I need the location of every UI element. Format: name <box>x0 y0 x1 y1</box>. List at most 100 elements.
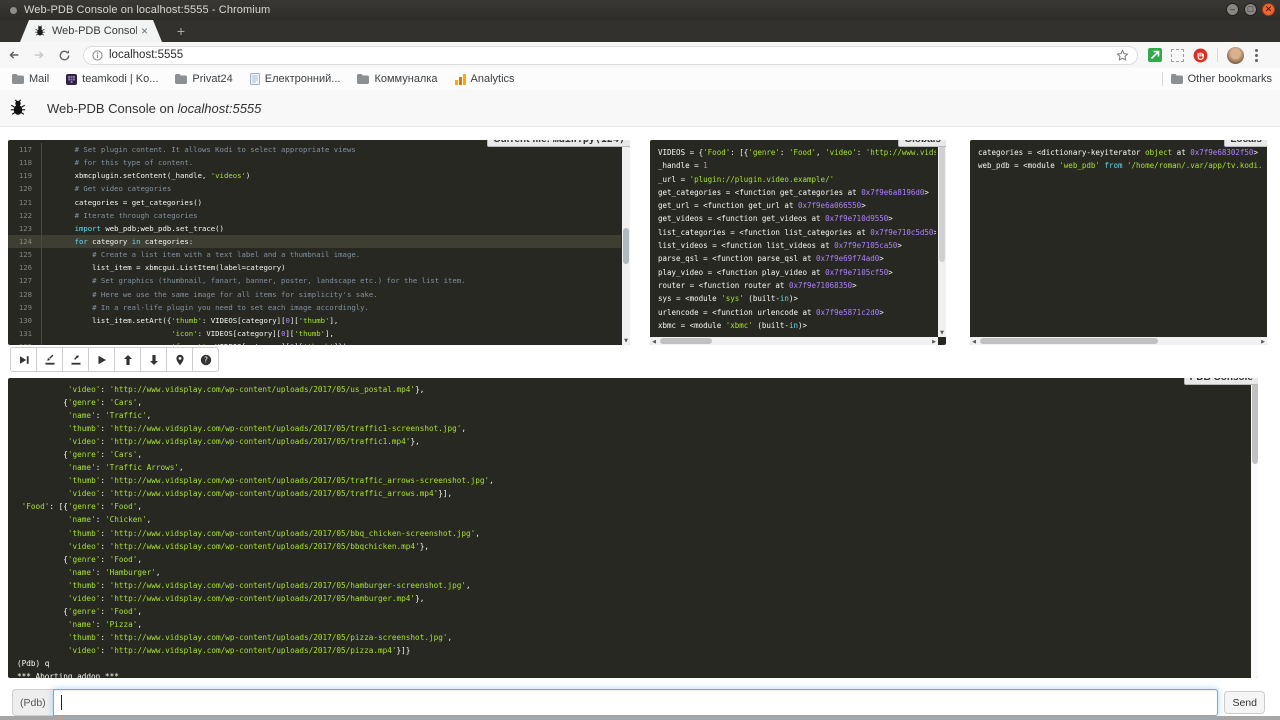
address-bar[interactable]: localhost:5555 <box>83 46 1138 65</box>
step-forward-icon <box>18 354 30 366</box>
scroll-left-icon[interactable]: ◀ <box>970 338 978 345</box>
bookmark-star-icon[interactable] <box>1116 49 1129 62</box>
browser-toolbar: localhost:5555 <box>0 42 1280 69</box>
bookmark-item[interactable]: Analytics <box>455 73 515 85</box>
code-scrollbar[interactable]: ▼ <box>622 140 630 345</box>
next-button[interactable] <box>10 347 37 372</box>
locals-list: categories = <dictionary-keyiterator obj… <box>978 146 1263 335</box>
pdb-prompt-row: (Pdb) Send <box>12 689 1265 716</box>
console-line: {'genre': 'Cars', <box>17 396 1248 409</box>
code-line-current: 124 for category in categories: <box>8 235 621 248</box>
bookmark-label: Коммуналка <box>374 73 437 85</box>
console-line: {'genre': 'Food', <box>17 605 1248 618</box>
return-button[interactable] <box>62 347 89 372</box>
close-button[interactable]: ✕ <box>1262 3 1275 16</box>
new-tab-button[interactable]: + <box>170 22 192 41</box>
bookmark-item[interactable]: Privat24 <box>175 73 232 85</box>
browser-menu-icon[interactable] <box>1255 49 1258 62</box>
code-line: 128 # Here we use the same image for all… <box>8 288 621 301</box>
globals-hscrollbar[interactable]: ◀ ▶ <box>650 337 938 345</box>
extension-blocker-icon[interactable] <box>1193 48 1208 63</box>
down-button[interactable] <box>140 347 167 372</box>
console-line: 'name': 'Traffic', <box>17 409 1248 422</box>
line-number: 119 <box>8 169 42 182</box>
tab-close-icon[interactable]: × <box>141 26 148 36</box>
code-line: 126 list_item = xbmcgui.ListItem(label=c… <box>8 261 621 274</box>
line-number: 122 <box>8 209 42 222</box>
extension-capture-icon[interactable] <box>1171 49 1184 62</box>
page-title-host: localhost:5555 <box>178 101 262 116</box>
extension-green-arrow-icon[interactable] <box>1148 48 1162 62</box>
globals-label: Globals <box>898 140 946 147</box>
console-line: 'video': 'http://www.vidsplay.com/wp-con… <box>17 592 1248 605</box>
line-number: 132 <box>8 340 42 345</box>
bug-icon <box>9 99 27 117</box>
globals-line: _url = 'plugin://plugin.video.example/' <box>658 173 936 186</box>
window-titlebar: Web-PDB Console on localhost:5555 - Chro… <box>0 0 1280 20</box>
console-scrollbar[interactable] <box>1251 378 1258 678</box>
help-icon: ? <box>200 354 212 366</box>
scroll-left-icon[interactable]: ◀ <box>650 338 658 345</box>
console-line: {'genre': 'Cars', <box>17 448 1248 461</box>
console-line: 'thumb': 'http://www.vidsplay.com/wp-con… <box>17 579 1248 592</box>
line-number: 131 <box>8 327 42 340</box>
browser-tab[interactable]: Web-PDB Console on loca × <box>20 20 162 42</box>
console-line: (Pdb) q <box>17 657 1248 670</box>
bookmark-item[interactable]: teamkodi | Ko... <box>66 73 158 85</box>
info-icon[interactable] <box>92 50 103 61</box>
address-text[interactable]: localhost:5555 <box>109 49 1116 61</box>
screen: Web-PDB Console on localhost:5555 - Chro… <box>0 0 1280 720</box>
locals-line: categories = <dictionary-keyiterator obj… <box>978 146 1263 159</box>
bookmark-item[interactable]: Коммуналка <box>357 73 437 85</box>
scroll-down-icon[interactable]: ▼ <box>622 337 630 345</box>
back-icon[interactable] <box>3 45 25 65</box>
code-line: 120 # Get video categories <box>8 182 621 195</box>
pdb-command-input[interactable] <box>53 689 1219 716</box>
help-button[interactable]: ? <box>192 347 219 372</box>
bookmark-label: Mail <box>29 73 49 85</box>
console-line: 'video': 'http://www.vidsplay.com/wp-con… <box>17 540 1248 553</box>
svg-text:?: ? <box>204 355 208 364</box>
globals-line: list_videos = <function list_videos at 0… <box>658 239 936 252</box>
bookmark-item[interactable]: Електронний... <box>250 73 341 85</box>
text-caret <box>61 695 62 710</box>
globals-vscrollbar[interactable]: ▼ <box>938 140 946 337</box>
where-button[interactable] <box>166 347 193 372</box>
globals-line: VIDEOS = {'Food': [{'genre': 'Food', 'vi… <box>658 146 936 159</box>
other-bookmarks-button[interactable]: Other bookmarks <box>1171 73 1272 85</box>
line-number: 130 <box>8 314 42 327</box>
maximize-button[interactable]: □ <box>1244 3 1257 16</box>
window-bottom-edge <box>0 716 1280 720</box>
bookmark-item[interactable]: Mail <box>12 73 49 85</box>
code-line: 127 # Set graphics (thumbnail, fanart, b… <box>8 274 621 287</box>
locals-panel: Locals categories = <dictionary-keyitera… <box>970 140 1267 345</box>
scroll-down-icon[interactable]: ▼ <box>938 329 946 337</box>
line-number: 121 <box>8 196 42 209</box>
line-number: 120 <box>8 182 42 195</box>
locals-hscrollbar[interactable]: ◀ ▶ <box>970 337 1267 345</box>
scroll-right-icon[interactable]: ▶ <box>1259 338 1267 345</box>
line-number: 118 <box>8 156 42 169</box>
line-number: 129 <box>8 301 42 314</box>
globals-line: parse_qsl = <function parse_qsl at 0x7f9… <box>658 252 936 265</box>
line-number: 124 <box>8 235 42 248</box>
console-line: {'genre': 'Food', <box>17 553 1248 566</box>
step-button[interactable] <box>36 347 63 372</box>
continue-button[interactable] <box>88 347 115 372</box>
current-file-name: main.py(124) <box>553 140 625 145</box>
minimize-button[interactable]: – <box>1226 3 1239 16</box>
reload-icon[interactable] <box>53 45 75 65</box>
code-line: 130 list_item.setArt({'thumb': VIDEOS[ca… <box>8 314 621 327</box>
console-line: *** Aborting addon *** <box>17 670 1248 678</box>
toolbar-divider <box>1217 48 1218 62</box>
pdb-console-panel: PDB Console 'video': 'http://www.vidspla… <box>8 378 1258 678</box>
forward-icon[interactable] <box>28 45 50 65</box>
bookmarks-divider <box>1162 72 1163 86</box>
up-button[interactable] <box>114 347 141 372</box>
analytics-icon <box>455 74 466 85</box>
bookmark-label: Електронний... <box>265 73 341 85</box>
scroll-right-icon[interactable]: ▶ <box>930 338 938 345</box>
console-line: 'video': 'http://www.vidsplay.com/wp-con… <box>17 383 1248 396</box>
send-button[interactable]: Send <box>1224 691 1265 714</box>
profile-avatar[interactable] <box>1227 47 1244 64</box>
